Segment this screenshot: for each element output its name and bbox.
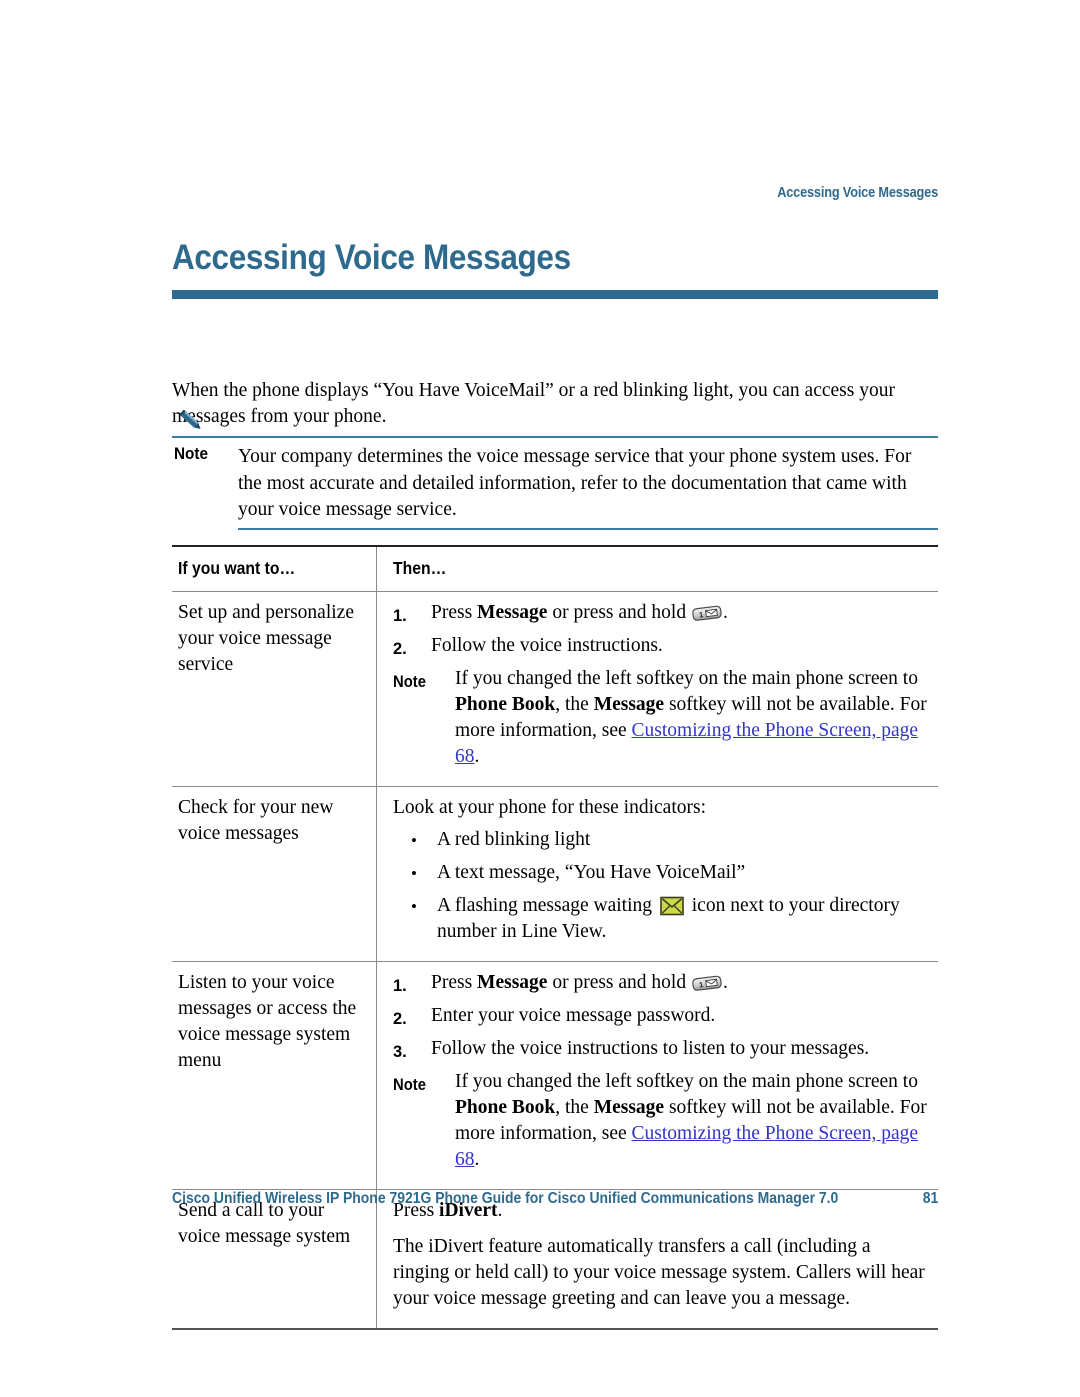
note-top-rule [172,436,938,438]
step-text-part: Press [431,602,478,623]
row-task-cell: Send a call to your voice message system [178,1200,351,1247]
bullet-text-part: A flashing message waiting [437,895,657,916]
idivert-description: The iDivert feature automatically transf… [393,1236,925,1309]
step-text-part: . [722,972,728,993]
bullet-text: A red blinking light [437,829,591,850]
row-action-cell: 1. Press Message or press and hold 1. 2.… [376,592,938,786]
step-text: Press Message or press and hold 1. [431,970,930,999]
page-footer: Cisco Unified Wireless IP Phone 7921G Ph… [172,1190,938,1208]
row-task-cell: Listen to your voice messages or access … [178,972,357,1071]
bullet-text: A flashing message waiting icon next to … [437,893,930,945]
step-text: Follow the voice instructions to listen … [431,1038,870,1059]
step-text-part: or press and hold [547,972,691,993]
table-row: Set up and personalize your voice messag… [172,591,938,786]
note-text-part: If you changed the left softkey on the m… [455,668,918,689]
list-item: 2. Follow the voice instructions. [393,633,930,662]
list-item: 1. Press Message or press and hold 1. [393,970,930,999]
inline-note-label: Note [393,673,427,691]
step-text: Enter your voice message password. [431,1005,716,1026]
indicator-bullet-list: • A red blinking light • A text message,… [393,827,930,945]
column-header-task: If you want to… [172,547,376,591]
note-text-part: . [474,1149,480,1170]
column-header-action: Then… [376,547,938,591]
table-header-row: If you want to… Then… [172,547,938,591]
step-number: 2. [393,1010,407,1028]
phone-key-one-voicemail-icon: 1 [692,974,722,991]
indicators-lead-in: Look at your phone for these indicators: [393,797,706,818]
procedure-table: If you want to… Then… Set up and persona… [172,545,938,1330]
step-text-part: Press [431,972,478,993]
step-number: 1. [393,977,407,995]
bullet-marker: • [411,831,417,850]
row-task-cell: Set up and personalize your voice messag… [178,602,354,675]
note-text-part: , the [555,694,594,715]
intro-paragraph: When the phone displays “You Have VoiceM… [172,379,895,427]
list-item: 2. Enter your voice message password. [393,1003,930,1032]
note-body: Your company determines the voice messag… [238,446,912,520]
note-text-part: . [474,746,480,767]
bullet-text: A text message, “You Have VoiceMail” [437,862,746,883]
pencil-icon [174,408,204,434]
column-header-task-label: If you want to… [178,558,296,578]
step-number: 1. [393,607,407,625]
inline-note-label: Note [393,1076,427,1094]
note-label: Note [174,444,209,463]
softkey-name: Message [477,972,548,993]
list-item: • A flashing message waiting icon next t… [393,893,930,945]
title-underline-rule [172,290,938,299]
softkey-name: Phone Book [455,1097,556,1118]
step-number: 3. [393,1043,407,1061]
note-text-part: , the [555,1097,594,1118]
bullet-marker: • [411,864,417,883]
page-number: 81 [922,1190,938,1207]
column-header-action-label: Then… [393,558,447,578]
bullet-marker: • [411,897,417,916]
page-title: Accessing Voice Messages [172,238,571,277]
step-text-part: . [722,602,728,623]
softkey-name: Message [593,1097,665,1118]
footer-document-title: Cisco Unified Wireless IP Phone 7921G Ph… [172,1190,839,1207]
inline-note-body: If you changed the left softkey on the m… [455,1069,930,1173]
phone-key-one-voicemail-icon: 1 [692,604,722,621]
inline-note: Note If you changed the left softkey on … [393,666,930,770]
step-text-part: or press and hold [547,602,691,623]
step-text: Follow the voice instructions. [431,635,663,656]
inline-note-body: If you changed the left softkey on the m… [455,666,930,770]
list-item: • A red blinking light [393,827,930,854]
softkey-name: Phone Book [455,694,556,715]
running-head: Accessing Voice Messages [777,185,938,201]
list-item: • A text message, “You Have VoiceMail” [393,860,930,887]
table-row: Listen to your voice messages or access … [172,961,938,1189]
table-row: Check for your new voice messages Look a… [172,786,938,961]
inline-note: Note If you changed the left softkey on … [393,1069,930,1173]
step-number: 2. [393,640,407,658]
softkey-name: Message [593,694,665,715]
step-list: 1. Press Message or press and hold 1. 2.… [393,970,930,1065]
table-row: Send a call to your voice message system… [172,1189,938,1328]
step-list: 1. Press Message or press and hold 1. 2.… [393,600,930,662]
row-task-cell: Check for your new voice messages [178,797,334,844]
step-text: Press Message or press and hold 1. [431,600,930,629]
list-item: 3. Follow the voice instructions to list… [393,1036,930,1065]
softkey-name: Message [477,602,548,623]
message-waiting-envelope-icon [660,896,684,916]
note-text-part: If you changed the left softkey on the m… [455,1071,918,1092]
list-item: 1. Press Message or press and hold 1. [393,600,930,629]
note-bottom-rule [238,528,938,530]
document-page: Accessing Voice Messages Accessing Voice… [0,0,1080,1397]
row-action-cell: Press iDivert. The iDivert feature autom… [376,1190,938,1328]
row-action-cell: 1. Press Message or press and hold 1. 2.… [376,962,938,1189]
row-action-cell: Look at your phone for these indicators:… [376,787,938,961]
